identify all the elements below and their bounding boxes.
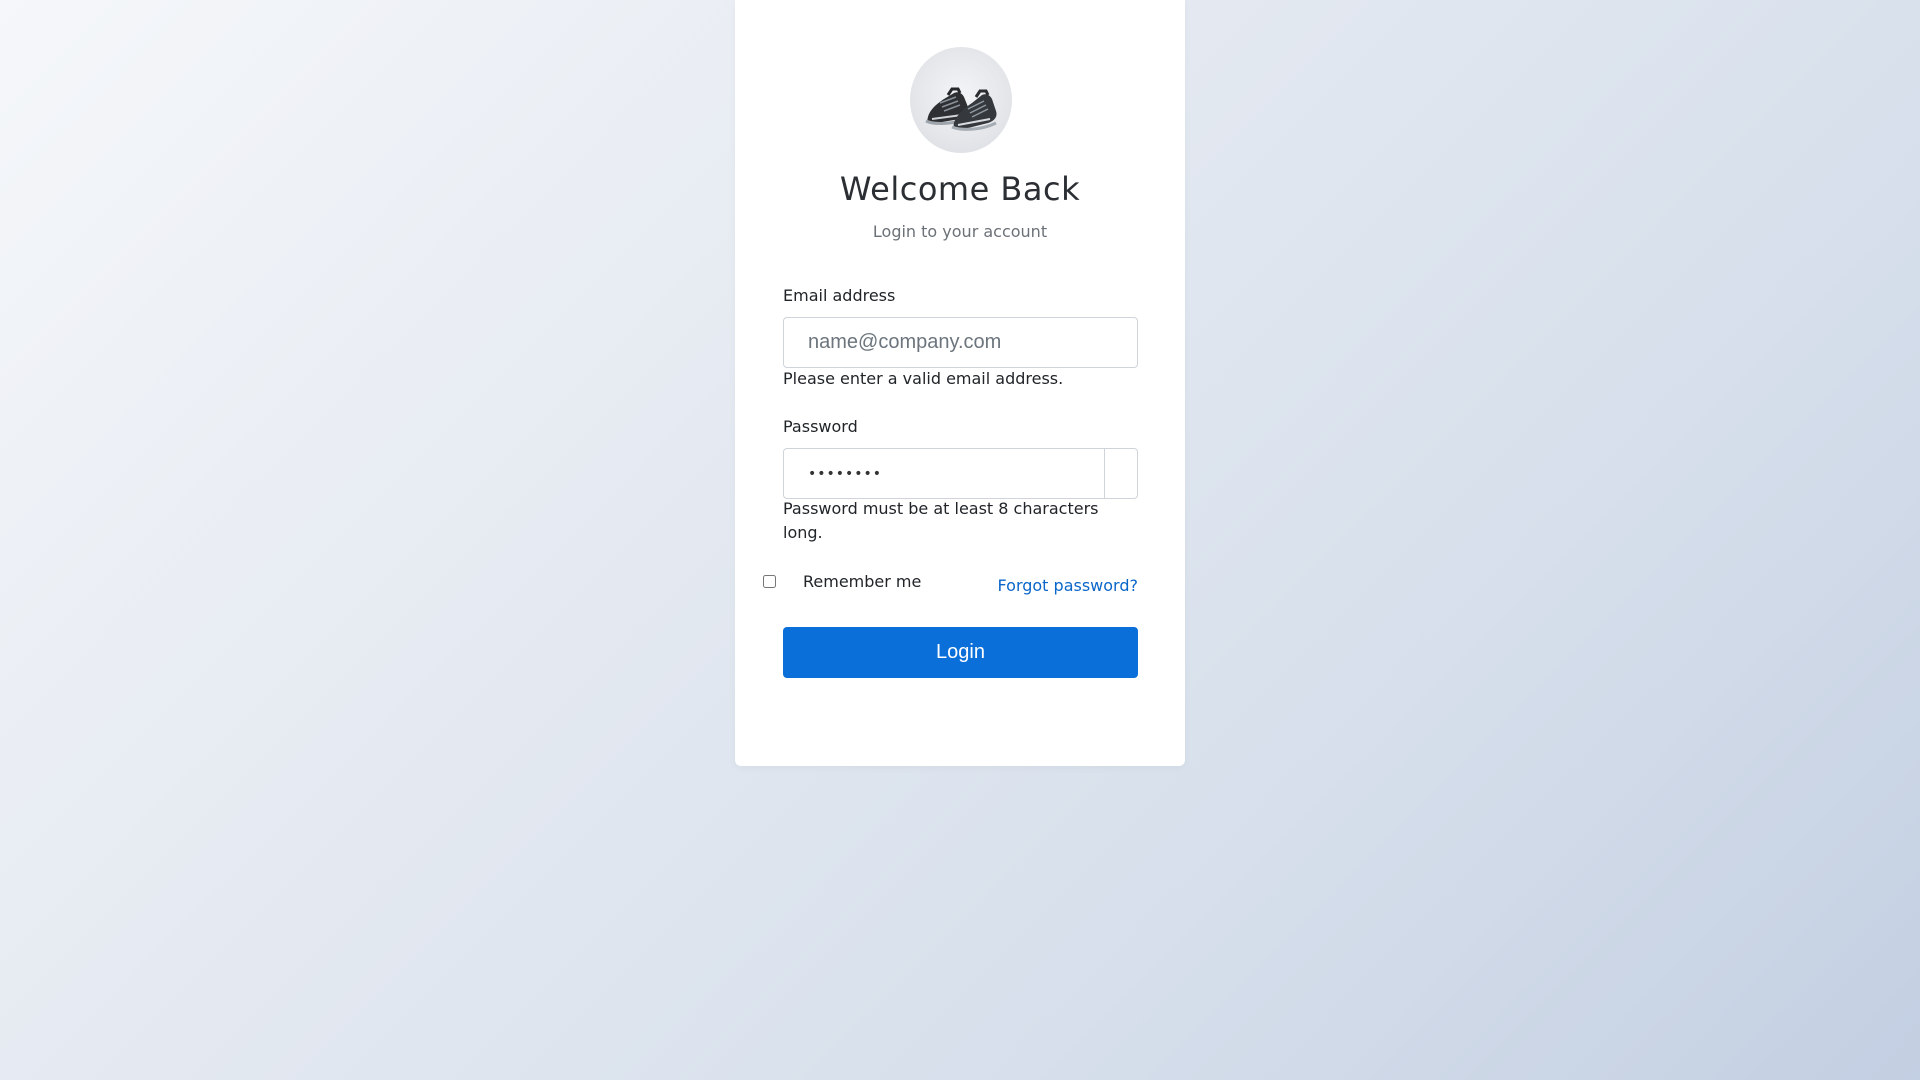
password-label: Password [783,417,858,436]
remember-me-checkbox[interactable] [763,575,776,588]
email-hint: Please enter a valid email address. [783,369,1064,388]
password-hint: Password must be at least 8 characters l… [783,499,1099,542]
password-field[interactable] [783,448,1105,499]
forgot-password-link[interactable]: Forgot password? [998,576,1138,595]
email-field[interactable] [783,317,1138,368]
sneaker-image [925,87,997,131]
login-card: Welcome Back Login to your account Email… [735,0,1185,766]
page-subtitle: Login to your account [872,222,1048,241]
avatar [910,47,1012,153]
login-button[interactable]: Login [783,627,1138,678]
page-title: Welcome Back [839,170,1081,208]
password-toggle-button[interactable] [1104,448,1138,499]
email-label: Email address [783,286,896,305]
remember-me-label[interactable]: Remember me [803,572,921,591]
